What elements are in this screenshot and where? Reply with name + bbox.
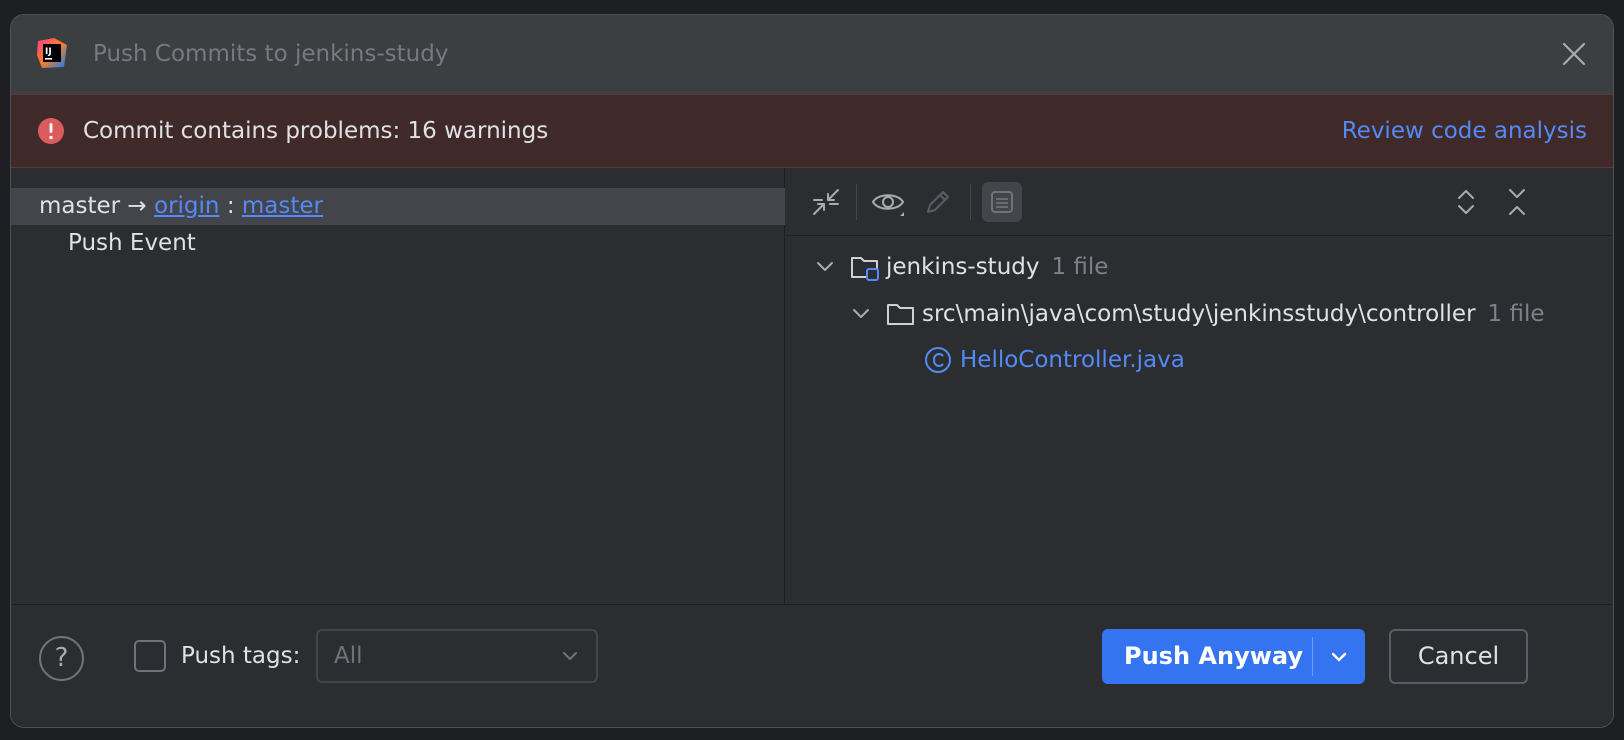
arrow-glyph: → (127, 193, 147, 219)
repo-file-count: 1 file (1051, 254, 1109, 280)
push-tags-checkbox[interactable] (134, 640, 166, 672)
svg-text:IJ: IJ (45, 47, 52, 57)
push-anyway-button[interactable]: Push Anyway (1102, 629, 1365, 684)
changes-panel: jenkins-study 1 file src\main\java\com\s… (786, 168, 1613, 604)
remote-link[interactable]: origin (154, 193, 220, 219)
pencil-icon (927, 191, 949, 213)
commit-details-button[interactable] (982, 182, 1022, 222)
push-options-dropdown[interactable] (1313, 629, 1365, 684)
java-class-icon (925, 347, 951, 373)
file-name: HelloController.java (960, 347, 1185, 373)
banner-message: Commit contains problems: 16 warnings (83, 118, 549, 144)
close-icon[interactable] (1561, 41, 1587, 67)
local-branch: master (39, 193, 121, 219)
folder-file-count: 1 file (1487, 301, 1545, 327)
warning-banner: Commit contains problems: 16 warnings Re… (11, 94, 1613, 168)
commit-details-icon (991, 191, 1013, 213)
expand-all-icon (1458, 190, 1474, 214)
tree-row-repo[interactable]: jenkins-study 1 file (814, 247, 1108, 287)
branch-separator: : (226, 193, 235, 219)
push-anyway-label: Push Anyway (1124, 642, 1303, 670)
toolbar-separator (856, 184, 857, 220)
repository-folder-icon (851, 257, 879, 281)
chevron-down-icon (563, 652, 577, 660)
tree-row-file[interactable]: HelloController.java (924, 340, 1185, 380)
folder-path: src\main\java\com\study\jenkinsstudy\con… (922, 301, 1476, 327)
tree-row-folder[interactable]: src\main\java\com\study\jenkinsstudy\con… (850, 294, 1545, 334)
intellij-logo-icon: IJ (37, 38, 67, 68)
dialog-footer: ? Push tags: All Push Anyway Cancel (11, 604, 1613, 727)
push-commits-dialog: IJ Push Commits to jenkins-study Commit … (10, 14, 1614, 728)
help-button[interactable]: ? (39, 636, 84, 681)
push-tags-value: All (334, 643, 363, 669)
folder-icon (887, 304, 914, 325)
remote-branch-link[interactable]: master (242, 193, 323, 219)
error-icon (38, 118, 64, 144)
cancel-button[interactable]: Cancel (1389, 629, 1528, 684)
collapse-arrows-button[interactable] (806, 182, 846, 222)
repo-name: jenkins-study (886, 254, 1040, 280)
edit-button[interactable] (918, 182, 958, 222)
push-tags-select[interactable]: All (316, 629, 598, 683)
toolbar-separator (970, 184, 971, 220)
chevron-down-icon[interactable] (814, 256, 836, 278)
chevron-down-icon (1331, 652, 1347, 661)
chevron-down-icon[interactable] (850, 303, 872, 325)
commits-panel: master → origin : master Push Event (11, 168, 785, 604)
collapse-all-button[interactable] (1497, 182, 1537, 222)
branch-row[interactable]: master → origin : master (11, 188, 785, 225)
review-code-analysis-link[interactable]: Review code analysis (1342, 95, 1587, 167)
commit-item[interactable]: Push Event (11, 225, 785, 262)
eye-icon (871, 194, 905, 216)
collapse-all-icon (1509, 189, 1525, 215)
changes-toolbar (786, 168, 1613, 236)
window-title: Push Commits to jenkins-study (93, 41, 449, 67)
collapse-arrows-icon (813, 189, 839, 215)
title-bar[interactable]: IJ Push Commits to jenkins-study (11, 15, 1613, 94)
view-options-button[interactable] (868, 182, 908, 222)
expand-all-button[interactable] (1446, 182, 1486, 222)
push-tags-label: Push tags: (181, 643, 301, 669)
